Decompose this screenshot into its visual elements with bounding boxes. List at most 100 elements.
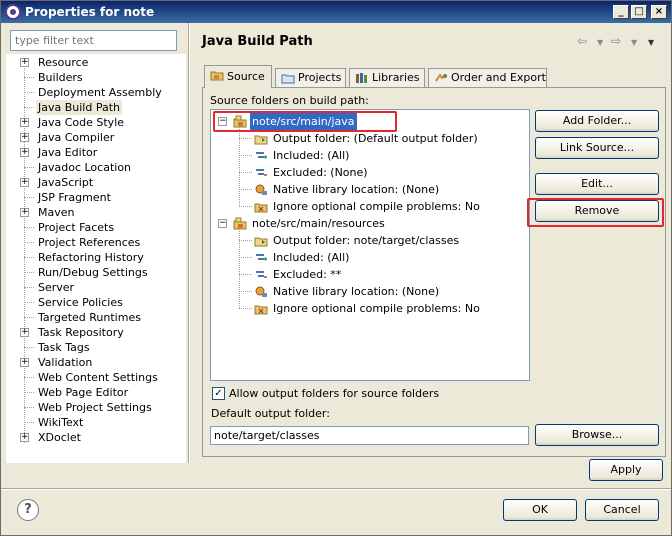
tree-connector	[24, 377, 34, 378]
nav-item-deployment-assembly[interactable]: Deployment Assembly	[6, 85, 184, 100]
nav-item-resource[interactable]: + Resource	[6, 55, 184, 70]
expand-icon[interactable]: +	[20, 433, 29, 442]
tree-node-label: Ignore optional compile problems: No	[273, 200, 480, 213]
nav-item-label: Task Tags	[38, 341, 90, 354]
tree-connector	[24, 77, 34, 78]
nav-item-java-build-path[interactable]: Java Build Path	[6, 100, 184, 115]
nav-item-web-project-settings[interactable]: Web Project Settings	[6, 400, 184, 415]
nav-item-label: Deployment Assembly	[38, 86, 162, 99]
tab-source[interactable]: Source	[204, 65, 272, 88]
nav-item-web-content-settings[interactable]: Web Content Settings	[6, 370, 184, 385]
expand-icon[interactable]: +	[20, 358, 29, 367]
tab-label: Projects	[298, 71, 342, 84]
nav-item-service-policies[interactable]: Service Policies	[6, 295, 184, 310]
back-arrow-icon[interactable]: ⇦	[577, 34, 587, 48]
expand-icon[interactable]: +	[20, 148, 29, 157]
order-export-icon	[435, 73, 447, 82]
source-folders-tree[interactable]: − note/src/main/java Output folder: (Defau…	[210, 109, 530, 381]
nav-item-web-page-editor[interactable]: Web Page Editor	[6, 385, 184, 400]
included-filter-icon	[256, 152, 267, 159]
nav-item-java-code-style[interactable]: + Java Code Style	[6, 115, 184, 130]
nav-item-maven[interactable]: + Maven	[6, 205, 184, 220]
nav-item-builders[interactable]: Builders	[6, 70, 184, 85]
nav-item-task-repository[interactable]: + Task Repository	[6, 325, 184, 340]
tree-connector	[24, 302, 34, 303]
nav-item-project-facets[interactable]: Project Facets	[6, 220, 184, 235]
tree-connector	[24, 407, 34, 408]
property-page-tree: + Resource Builders Deployment Assembly Java…	[6, 54, 186, 463]
nav-item-label: Service Policies	[38, 296, 123, 309]
nav-item-label: Javadoc Location	[38, 161, 132, 174]
output-folder-icon	[254, 237, 268, 247]
tree-guide-line	[239, 127, 240, 206]
selection-highlight-annotation	[213, 111, 397, 132]
tree-connector	[24, 242, 34, 243]
nav-item-label: JavaScript	[38, 176, 94, 189]
tree-connector	[24, 392, 34, 393]
tab-order-export[interactable]: Order and Export	[428, 68, 547, 88]
nav-item-project-references[interactable]: Project References	[6, 235, 184, 250]
nav-item-javadoc-location[interactable]: Javadoc Location	[6, 160, 184, 175]
nav-item-run-debug-settings[interactable]: Run/Debug Settings	[6, 265, 184, 280]
tree-connector	[239, 155, 252, 156]
tab-projects[interactable]: Projects	[275, 68, 346, 88]
maximize-button[interactable]: □	[631, 5, 647, 19]
tree-connector	[24, 197, 34, 198]
ok-button[interactable]: OK	[503, 499, 577, 521]
view-menu-icon[interactable]: ▼	[648, 38, 654, 47]
minimize-button[interactable]: _	[613, 5, 629, 19]
collapse-icon[interactable]: −	[218, 219, 227, 228]
default-output-input[interactable]	[210, 426, 529, 445]
expand-icon[interactable]: +	[20, 58, 29, 67]
tree-connector	[24, 287, 34, 288]
title-bar[interactable]: Properties for note _ □ ×	[1, 1, 671, 23]
tree-node-label: Included: (All)	[273, 251, 350, 264]
back-dropdown-icon[interactable]: ▼	[597, 38, 603, 47]
nav-item-label: Task Repository	[38, 326, 124, 339]
nav-item-javascript[interactable]: + JavaScript	[6, 175, 184, 190]
forward-arrow-icon[interactable]: ⇨	[611, 34, 621, 48]
nav-item-targeted-runtimes[interactable]: Targeted Runtimes	[6, 310, 184, 325]
nav-item-java-editor[interactable]: + Java Editor	[6, 145, 184, 160]
tree-connector	[239, 240, 252, 241]
apply-button[interactable]: Apply	[589, 459, 663, 481]
tab-libraries[interactable]: Libraries	[349, 68, 425, 88]
help-icon[interactable]: ?	[17, 499, 39, 521]
nav-item-validation[interactable]: + Validation	[6, 355, 184, 370]
nav-item-jsp-fragment[interactable]: JSP Fragment	[6, 190, 184, 205]
cancel-button[interactable]: Cancel	[585, 499, 659, 521]
tab-label: Order and Export	[451, 71, 546, 84]
sash[interactable]	[188, 23, 190, 463]
nav-item-wikitext[interactable]: WikiText	[6, 415, 184, 430]
nav-item-label: Java Code Style	[38, 116, 125, 129]
nav-item-label: Project References	[38, 236, 141, 249]
add-folder-button[interactable]: Add Folder...	[535, 110, 659, 132]
tree-connector	[24, 167, 34, 168]
link-source-button[interactable]: Link Source...	[535, 137, 659, 159]
allow-output-label: Allow output folders for source folders	[229, 387, 440, 400]
nav-item-task-tags[interactable]: Task Tags	[6, 340, 184, 355]
ignore-problems-icon	[254, 203, 268, 213]
browse-button[interactable]: Browse...	[535, 424, 659, 446]
excluded-filter-icon	[256, 271, 267, 278]
nav-item-server[interactable]: Server	[6, 280, 184, 295]
tree-node-label: Native library location: (None)	[273, 285, 440, 298]
tree-node-label: note/src/main/resources	[252, 217, 385, 230]
expand-icon[interactable]: +	[20, 118, 29, 127]
nav-item-java-compiler[interactable]: + Java Compiler	[6, 130, 184, 145]
nav-item-xdoclet[interactable]: + XDoclet	[6, 430, 184, 445]
expand-icon[interactable]: +	[20, 178, 29, 187]
expand-icon[interactable]: +	[20, 133, 29, 142]
excluded-filter-icon	[256, 169, 267, 176]
nav-item-label: Targeted Runtimes	[38, 311, 141, 324]
allow-output-checkbox[interactable]: ✓	[212, 387, 225, 400]
expand-icon[interactable]: +	[20, 328, 29, 337]
nav-item-refactoring-history[interactable]: Refactoring History	[6, 250, 184, 265]
filter-input[interactable]	[10, 30, 177, 51]
tree-connector	[239, 274, 252, 275]
expand-icon[interactable]: +	[20, 208, 29, 217]
edit-button[interactable]: Edit...	[535, 173, 659, 195]
footer-separator	[1, 488, 671, 490]
forward-dropdown-icon[interactable]: ▼	[631, 38, 637, 47]
close-button[interactable]: ×	[651, 5, 667, 19]
